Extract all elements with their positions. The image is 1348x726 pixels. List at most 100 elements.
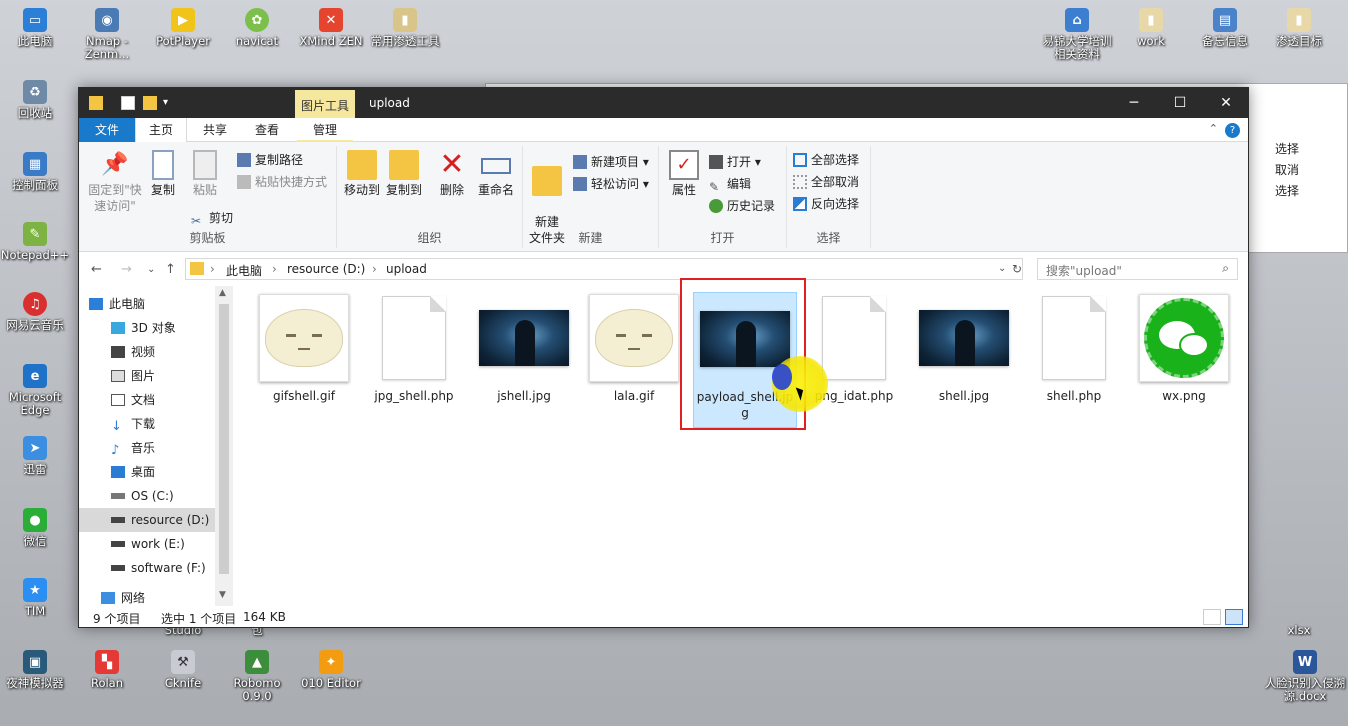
breadcrumb-this-pc[interactable]: 此电脑 [226,262,262,279]
folder-icon: ▮ [1287,8,1311,32]
properties-button[interactable]: ✓ 属性 [665,150,703,198]
computer-icon: ▭ [23,8,47,32]
bg-select-none[interactable]: 取消 [1275,160,1347,181]
nav-item-d-drive[interactable]: resource (D:) [79,508,215,532]
refresh-icon[interactable]: ↻ [1012,262,1022,276]
copy-button[interactable]: 复制 [145,150,181,198]
maximize-button[interactable]: ☐ [1157,88,1203,118]
close-button[interactable]: ✕ [1203,88,1248,118]
tab-manage[interactable]: 管理 [297,118,353,142]
drive-icon [111,517,125,523]
desktop-icon-robomongo[interactable]: ▲ Robomo 0.9.0 [222,650,292,703]
desktop-icon-rolan[interactable]: ▚ Rolan [72,650,142,690]
desktop-icon-this-pc[interactable]: ▭ 此电脑 [0,8,70,48]
paste-shortcut-button[interactable]: 粘贴快捷方式 [237,172,327,192]
properties-icon[interactable] [121,96,135,110]
desktop-icon-netease-music[interactable]: ♫ 网易云音乐 [0,292,70,332]
nav-item-this-pc[interactable]: 此电脑 [89,292,219,316]
new-folder-icon[interactable] [143,96,157,110]
file-item-selected[interactable]: payload_shell.jpg [693,292,797,428]
desktop-icon-training-docs[interactable]: ⌂ 易锦大学培训相关资料 [1042,8,1112,61]
breadcrumb-upload[interactable]: upload [386,262,427,276]
desktop-icon-nox[interactable]: ▣ 夜神模拟器 [0,650,70,690]
select-all-button[interactable]: 全部选择 [793,150,859,170]
bg-select-all[interactable]: 选择 [1275,139,1347,160]
scrollbar-thumb[interactable] [219,304,229,574]
select-none-icon [793,175,807,189]
tab-view[interactable]: 查看 [241,118,293,142]
file-item[interactable]: jshell.jpg [469,294,579,404]
computer-icon [89,298,103,310]
breadcrumb-resource-d[interactable]: resource (D:) [287,262,365,276]
title-bar[interactable]: ▾ 图片工具 upload ─ ☐ ✕ [79,88,1248,118]
desktop-icon-notepadpp[interactable]: ✎ Notepad++ [0,222,70,262]
desktop-icon-xmind[interactable]: ✕ XMind ZEN [296,8,366,48]
delete-button[interactable]: ✕ 删除 [435,150,469,198]
up-button[interactable]: ↑ [165,262,176,277]
tab-share[interactable]: 共享 [189,118,241,142]
file-item[interactable]: lala.gif [579,294,689,404]
desktop-icon-recycle-bin[interactable]: ♻ 回收站 [0,80,70,120]
pin-quick-access-button[interactable]: 📌 固定到"快速访问" [83,150,147,214]
chevron-down-icon[interactable]: ▾ [163,96,177,110]
open-icon [709,155,723,169]
copy-to-button[interactable]: 复制到 [385,150,423,198]
folder-icon: ▮ [393,8,417,32]
drive-icon [111,565,125,571]
jpg-thumbnail [919,310,1009,366]
desktop-icon-tim[interactable]: ★ TIM [0,578,70,618]
desktop-icon-work[interactable]: ▮ work [1116,8,1186,48]
desktop-icon-cknife[interactable]: ⚒ Cknife [148,650,218,690]
cut-button[interactable]: ✂ 剪切 [191,208,233,228]
file-item[interactable]: gifshell.gif [249,294,359,404]
rename-button[interactable]: 重命名 [475,150,517,198]
desktop-icon-face-doc[interactable]: W 人脸识别入侵溯源.docx [1264,650,1346,703]
player-icon: ▶ [171,8,195,32]
desktop-icon-notes[interactable]: ▤ 备忘信息 [1190,8,1260,48]
desktop-icon-nmap[interactable]: ◉ Nmap - Zenm... [72,8,142,61]
easy-access-button[interactable]: 轻松访问 ▾ [573,174,649,194]
scroll-up-icon[interactable]: ▲ [219,288,226,298]
bg-invert[interactable]: 选择 [1275,181,1347,202]
desktop-icon-edge[interactable]: e Microsoft Edge [0,364,70,417]
desktop-icon-xunlei[interactable]: ➤ 迅雷 [0,436,70,476]
move-to-button[interactable]: 移动到 [343,150,381,198]
file-item[interactable]: shell.php [1019,294,1129,404]
desktop-icon-targets[interactable]: ▮ 渗透目标 [1264,8,1334,48]
scroll-down-icon[interactable]: ▼ [219,590,226,600]
paste-button[interactable]: 粘贴 [185,150,225,198]
recent-locations-icon[interactable]: ⌄ [147,264,155,275]
desktop-icon-navicat[interactable]: ✿ navicat [222,8,292,48]
file-item[interactable]: shell.jpg [909,294,1019,404]
large-icons-view-icon[interactable] [1225,609,1243,625]
navicat-icon: ✿ [245,8,269,32]
new-item-button[interactable]: 新建项目 ▾ [573,152,649,172]
desktop-icon-potplayer[interactable]: ▶ PotPlayer [148,8,218,48]
address-dropdown-icon[interactable]: ⌄ [998,263,1006,274]
desktop-icon-control-panel[interactable]: ▦ 控制面板 [0,152,70,192]
copy-path-button[interactable]: 复制路径 [237,150,303,170]
search-input[interactable]: 搜索"upload" ⌕ [1037,258,1238,280]
tab-file[interactable]: 文件 [79,118,135,142]
edit-button[interactable]: ✎ 编辑 [709,174,751,194]
group-clipboard: 📌 固定到"快速访问" 复制 粘贴 复制路径 粘贴快捷方式 ✂ 剪切 剪贴板 [79,146,337,248]
help-icon[interactable]: ? [1225,123,1240,138]
desktop-icon-010-editor[interactable]: ✦ 010 Editor [296,650,366,690]
explorer-window: ▾ 图片工具 upload ─ ☐ ✕ 文件 主页 共享 查看 管理 ⌃ ? 📌… [78,87,1249,628]
history-button[interactable]: 历史记录 [709,196,775,216]
nav-scrollbar[interactable]: ▲ ▼ [215,286,233,606]
desktop-icon-wechat[interactable]: ● 微信 [0,508,70,548]
address-box[interactable]: › 此电脑 › resource (D:) › upload ⌄ ↻ [185,258,1023,280]
tab-home[interactable]: 主页 [135,118,187,143]
forward-button[interactable]: → [121,262,132,277]
collapse-ribbon-icon[interactable]: ⌃ [1209,122,1218,135]
details-view-icon[interactable] [1203,609,1221,625]
back-button[interactable]: ← [91,262,102,277]
file-item[interactable]: jpg_shell.php [359,294,469,404]
minimize-button[interactable]: ─ [1111,88,1157,118]
invert-selection-button[interactable]: 反向选择 [793,194,859,214]
desktop-icon-pentest-tools[interactable]: ▮ 常用渗透工具 [370,8,440,48]
open-button[interactable]: 打开 ▾ [709,152,761,172]
select-none-button[interactable]: 全部取消 [793,172,859,192]
file-item[interactable]: wx.png [1129,294,1239,404]
